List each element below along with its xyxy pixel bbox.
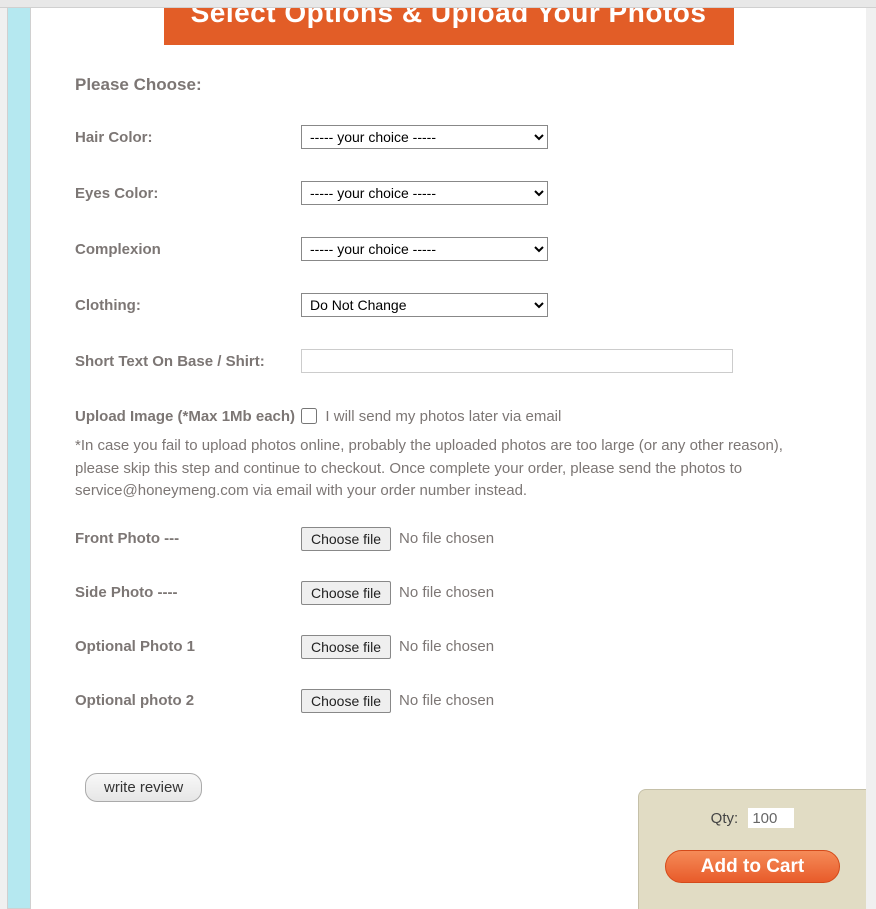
select-eyes[interactable]: ----- your choice -----: [301, 181, 548, 205]
file-status-opt1: No file chosen: [399, 638, 494, 655]
select-complexion[interactable]: ----- your choice -----: [301, 237, 548, 261]
file-row-front: Front Photo --- Choose file No file chos…: [75, 527, 822, 551]
file-status-opt2: No file chosen: [399, 692, 494, 709]
upload-note: *In case you fail to upload photos onlin…: [75, 435, 822, 503]
file-status-front: No file chosen: [399, 530, 494, 547]
qty-label: Qty:: [711, 810, 739, 827]
label-opt2-photo: Optional photo 2: [75, 692, 301, 709]
upload-section: Upload Image (*Max 1Mb each) I will send…: [75, 405, 822, 713]
file-row-side: Side Photo ---- Choose file No file chos…: [75, 581, 822, 605]
page-top-border: [0, 0, 876, 8]
cart-panel: Qty: Add to Cart: [638, 789, 866, 909]
banner-title: Select Options & Upload Your Photos: [164, 8, 734, 45]
checkbox-label: I will send my photos later via email: [325, 408, 561, 425]
label-clothing: Clothing:: [75, 297, 301, 314]
select-hair[interactable]: ----- your choice -----: [301, 125, 548, 149]
label-eyes: Eyes Color:: [75, 185, 301, 202]
file-status-side: No file chosen: [399, 584, 494, 601]
label-front-photo: Front Photo ---: [75, 530, 301, 547]
add-to-cart-button[interactable]: Add to Cart: [665, 850, 840, 883]
qty-input[interactable]: [748, 808, 794, 828]
checkbox-send-later[interactable]: [301, 408, 317, 424]
label-complexion: Complexion: [75, 241, 301, 258]
label-opt1-photo: Optional Photo 1: [75, 638, 301, 655]
label-short-text: Short Text On Base / Shirt:: [75, 353, 301, 370]
option-row-eyes: Eyes Color: ----- your choice -----: [75, 181, 822, 205]
main-container: Select Options & Upload Your Photos Plea…: [31, 8, 866, 909]
option-row-clothing: Clothing: Do Not Change: [75, 293, 822, 317]
choose-heading: Please Choose:: [75, 75, 822, 95]
option-row-hair: Hair Color: ----- your choice -----: [75, 125, 822, 149]
choose-file-side[interactable]: Choose file: [301, 581, 391, 605]
option-row-short-text: Short Text On Base / Shirt:: [75, 349, 822, 373]
option-row-complexion: Complexion ----- your choice -----: [75, 237, 822, 261]
write-review-button[interactable]: write review: [85, 773, 202, 802]
sidebar-strip: [7, 8, 31, 909]
choose-file-opt2[interactable]: Choose file: [301, 689, 391, 713]
label-side-photo: Side Photo ----: [75, 584, 301, 601]
file-row-opt2: Optional photo 2 Choose file No file cho…: [75, 689, 822, 713]
qty-area: Qty:: [639, 808, 866, 828]
input-short-text[interactable]: [301, 349, 733, 373]
select-clothing[interactable]: Do Not Change: [301, 293, 548, 317]
choose-file-opt1[interactable]: Choose file: [301, 635, 391, 659]
choose-file-front[interactable]: Choose file: [301, 527, 391, 551]
form-content: Please Choose: Hair Color: ----- your ch…: [31, 45, 866, 802]
label-hair: Hair Color:: [75, 129, 301, 146]
file-row-opt1: Optional Photo 1 Choose file No file cho…: [75, 635, 822, 659]
upload-title: Upload Image (*Max 1Mb each): [75, 408, 295, 425]
